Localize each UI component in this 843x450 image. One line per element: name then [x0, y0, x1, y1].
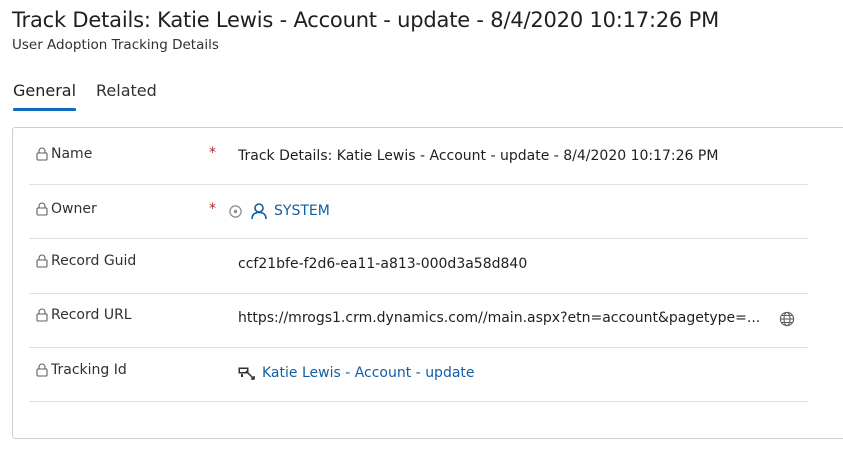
form-header: Track Details: Katie Lewis - Account - u…: [12, 6, 719, 54]
tab-general[interactable]: General: [13, 80, 77, 111]
record-guid-value[interactable]: ccf21bfe-f2d6-ea11-a813-000d3a58d840: [238, 256, 527, 272]
lock-icon: [36, 308, 48, 322]
field-row-tracking-id: Tracking Id Katie Lewis - Account - upda…: [29, 348, 808, 402]
field-label-text: Record Guid: [51, 253, 137, 269]
owner-lookup[interactable]: SYSTEM: [229, 202, 330, 220]
required-marker: *: [209, 145, 216, 161]
general-section: Name * Track Details: Katie Lewis - Acco…: [12, 127, 843, 439]
page-title: Track Details: Katie Lewis - Account - u…: [12, 8, 720, 32]
tracking-entity-icon: [238, 367, 255, 380]
field-label-tracking-id: Tracking Id: [36, 362, 127, 378]
lock-icon: [36, 254, 48, 268]
name-value[interactable]: Track Details: Katie Lewis - Account - u…: [238, 148, 718, 164]
field-row-owner: Owner * SYSTEM: [29, 185, 808, 239]
lock-icon: [36, 147, 48, 161]
record-url-value[interactable]: https://mrogs1.crm.dynamics.com//main.as…: [238, 310, 760, 326]
field-row-name: Name * Track Details: Katie Lewis - Acco…: [29, 128, 808, 185]
field-label-text: Record URL: [51, 307, 132, 323]
person-icon: [251, 203, 267, 220]
info-circle-icon: [229, 204, 242, 218]
lock-icon: [36, 363, 48, 377]
page-subtitle: User Adoption Tracking Details: [12, 37, 219, 53]
field-row-record-url: Record URL https://mrogs1.crm.dynamics.c…: [29, 294, 808, 348]
field-label-owner: Owner: [36, 201, 97, 217]
owner-link[interactable]: SYSTEM: [274, 203, 330, 219]
field-row-record-guid: Record Guid ccf21bfe-f2d6-ea11-a813-000d…: [29, 239, 808, 294]
required-marker: *: [209, 201, 216, 217]
field-label-name: Name: [36, 146, 92, 162]
field-label-record-url: Record URL: [36, 307, 132, 323]
lock-icon: [36, 202, 48, 216]
field-label-text: Owner: [51, 201, 97, 217]
globe-icon[interactable]: [779, 311, 795, 327]
field-label-text: Name: [51, 146, 93, 162]
field-label-record-guid: Record Guid: [36, 253, 136, 269]
tab-related[interactable]: Related: [96, 80, 157, 102]
tracking-lookup[interactable]: Katie Lewis - Account - update: [238, 365, 475, 381]
field-label-text: Tracking Id: [51, 362, 127, 378]
tracking-id-link[interactable]: Katie Lewis - Account - update: [262, 365, 475, 381]
